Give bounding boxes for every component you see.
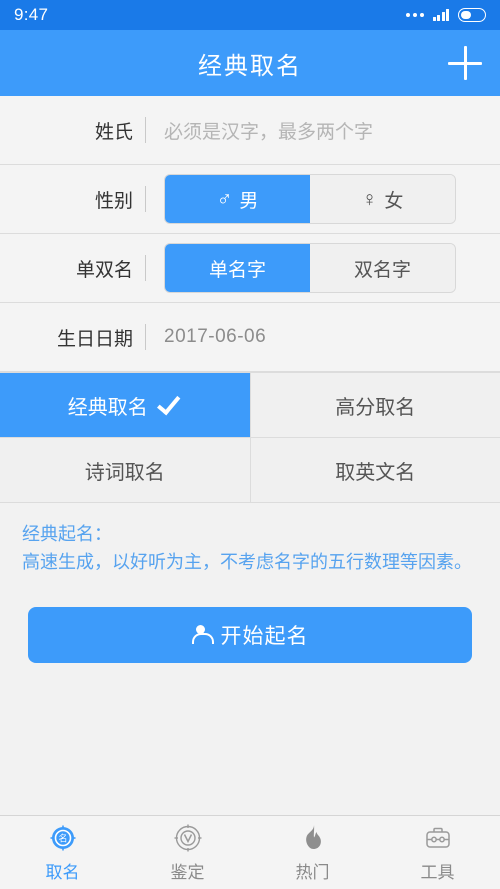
flame-icon <box>305 824 321 849</box>
more-dots-icon <box>405 13 424 17</box>
name-length-option-single[interactable]: 单名字 <box>165 244 310 292</box>
tab-appraisal-label: 鉴定 <box>170 862 205 882</box>
name-length-option-double[interactable]: 双名字 <box>310 244 455 292</box>
app-header: 经典取名 <box>0 30 500 96</box>
name-length-row: 单双名 单名字 双名字 <box>0 234 500 303</box>
tab-naming[interactable]: 名 取名 <box>0 816 125 889</box>
toolbox-icon <box>425 827 450 848</box>
primary-action-wrap: 开始起名 <box>0 585 500 663</box>
gender-option-male-label: 男 <box>239 190 259 212</box>
method-english[interactable]: 取英文名 <box>250 438 500 502</box>
content-spacer <box>0 662 500 815</box>
gender-label: 性别 <box>94 190 133 212</box>
method-classic-label: 经典取名 <box>67 396 148 419</box>
surname-field[interactable]: 必须是汉字，最多两个字 <box>146 117 500 144</box>
method-high-score[interactable]: 高分取名 <box>250 373 500 437</box>
bottom-navigation: 名 取名 鉴定 热门 工具 <box>0 815 500 889</box>
gender-segmented-control: ♂ 男 ♀ 女 <box>164 174 456 224</box>
name-compass-icon: 名 <box>50 825 75 850</box>
name-length-label: 单双名 <box>75 259 133 281</box>
tab-naming-label: 取名 <box>45 862 80 882</box>
gender-field: ♂ 男 ♀ 女 <box>146 174 500 224</box>
gender-option-female-label: 女 <box>384 190 404 212</box>
surname-label: 姓氏 <box>94 121 133 143</box>
gender-option-female[interactable]: ♀ 女 <box>310 175 455 223</box>
method-poetry[interactable]: 诗词取名 <box>0 438 250 502</box>
surname-placeholder: 必须是汉字，最多两个字 <box>164 121 374 143</box>
battery-icon <box>458 8 486 22</box>
appraisal-circle-icon <box>174 824 201 851</box>
tab-appraisal[interactable]: 鉴定 <box>125 816 250 889</box>
form-section: 姓氏 必须是汉字，最多两个字 性别 ♂ 男 ♀ 女 单双名 单名字 双名字 生日… <box>0 96 500 372</box>
tab-tools-label: 工具 <box>420 862 455 882</box>
tab-hot-label: 热门 <box>295 862 330 882</box>
status-time: 9:47 <box>14 5 49 24</box>
status-indicators <box>405 8 486 22</box>
birthday-field[interactable]: 2017-06-06 <box>146 326 500 348</box>
page-title: 经典取名 <box>198 52 302 80</box>
male-symbol-icon: ♂ <box>216 187 233 211</box>
plus-icon[interactable] <box>448 46 482 80</box>
gender-row: 性别 ♂ 男 ♀ 女 <box>0 165 500 234</box>
checkmark-icon <box>156 390 181 416</box>
start-naming-button[interactable]: 开始起名 <box>28 606 472 663</box>
start-naming-label: 开始起名 <box>220 624 309 648</box>
signal-bars-icon <box>432 9 449 21</box>
person-icon <box>191 624 214 645</box>
method-classic[interactable]: 经典取名 <box>0 373 250 437</box>
tab-hot[interactable]: 热门 <box>250 816 375 889</box>
birthday-value: 2017-06-06 <box>164 326 267 347</box>
description-title: 经典起名： <box>22 524 112 544</box>
status-bar: 9:47 <box>0 0 500 30</box>
birthday-row[interactable]: 生日日期 2017-06-06 <box>0 303 500 372</box>
description-body: 高速生成，以好听为主，不考虑名字的五行数理等因素。 <box>22 551 472 572</box>
tab-tools[interactable]: 工具 <box>375 816 500 889</box>
name-length-field: 单名字 双名字 <box>146 243 500 293</box>
gender-option-male[interactable]: ♂ 男 <box>165 175 310 223</box>
name-length-segmented-control: 单名字 双名字 <box>164 243 456 293</box>
method-grid: 经典取名 高分取名 诗词取名 取英文名 <box>0 372 500 503</box>
svg-text:名: 名 <box>58 832 67 844</box>
description-block: 经典起名： 高速生成，以好听为主，不考虑名字的五行数理等因素。 <box>0 503 500 585</box>
birthday-label: 生日日期 <box>56 328 133 350</box>
female-symbol-icon: ♀ <box>361 187 378 211</box>
app-screen: 9:47 经典取名 姓氏 必须是汉字，最多两个字 性别 ♂ 男 ♀ 女 单双名 … <box>0 0 500 889</box>
surname-row[interactable]: 姓氏 必须是汉字，最多两个字 <box>0 96 500 165</box>
